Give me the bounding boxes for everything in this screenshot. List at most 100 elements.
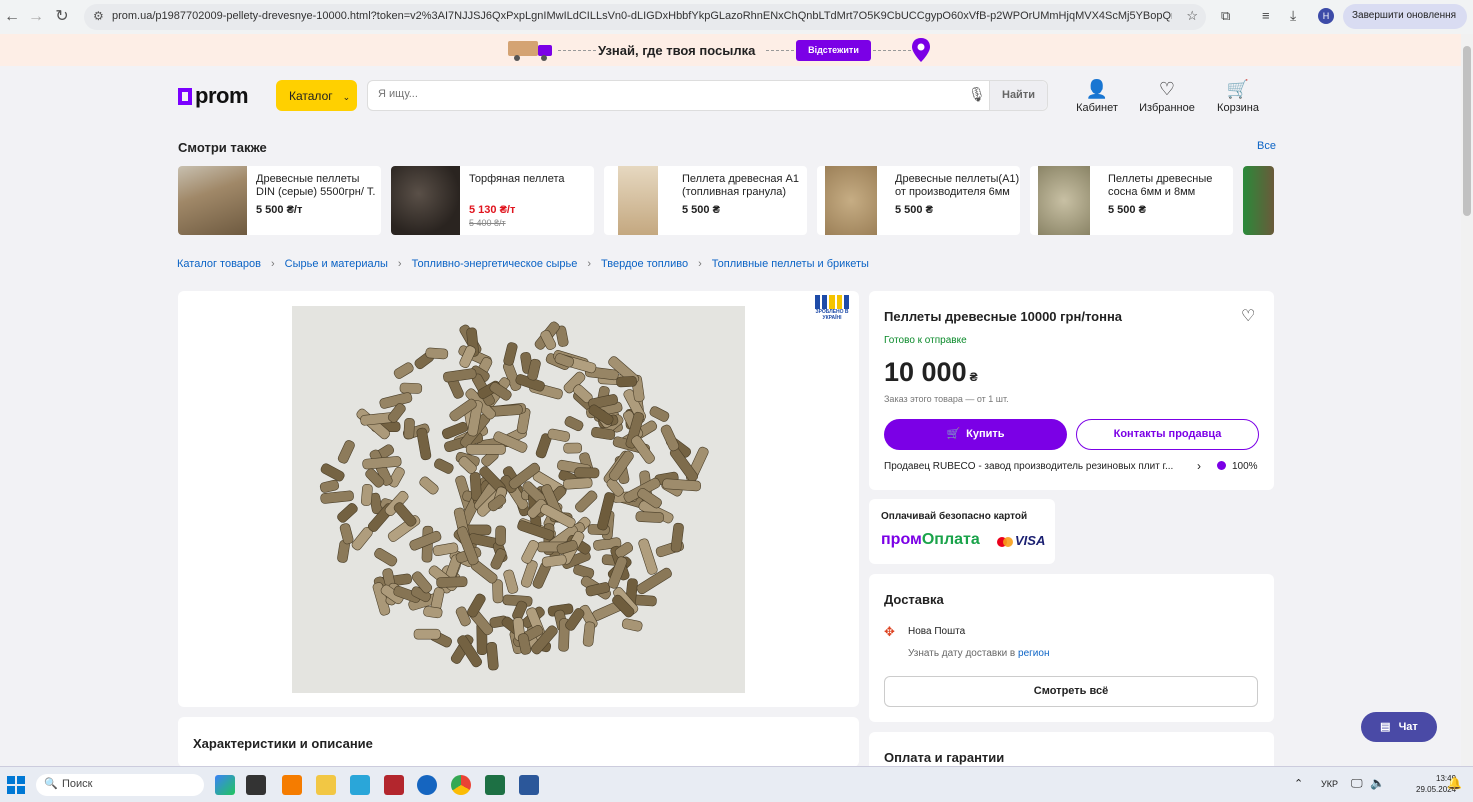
prom-logo[interactable]: prom: [178, 83, 249, 109]
excel-app-icon[interactable]: [485, 775, 505, 795]
site-info-icon[interactable]: ⚙: [93, 9, 104, 23]
see-also-all-link[interactable]: Все: [1257, 140, 1276, 152]
cart-link[interactable]: 🛒 Корзина: [1214, 80, 1262, 114]
download-icon[interactable]: ⤓: [1290, 7, 1296, 24]
media-icon[interactable]: ≡: [1262, 8, 1270, 23]
recommended-card[interactable]: Торфяная пеллета 5 130 ₴/т 5 400 ₴/т: [391, 166, 594, 235]
recommended-card[interactable]: Пеллеты древесные сосна 6мм и 8мм 5 500 …: [1030, 166, 1233, 235]
windows-start-icon[interactable]: [7, 776, 25, 794]
guarantees-title: Оплата и гарантии: [884, 750, 1005, 765]
track-button[interactable]: Відстежити: [796, 40, 871, 61]
url-text[interactable]: prom.ua/p1987702009-pellety-drevesnye-10…: [112, 10, 1172, 22]
brand-pay: Оплата: [921, 531, 980, 548]
notepad-app-icon[interactable]: [350, 775, 370, 795]
chevron-right-icon: ›: [397, 258, 402, 270]
breadcrumb-item[interactable]: Твердое топливо: [601, 258, 688, 270]
update-browser-button[interactable]: Завершити оновлення: [1343, 4, 1467, 29]
breadcrumb-item[interactable]: Сырье и материалы: [285, 258, 388, 270]
forward-icon[interactable]: →: [26, 7, 46, 27]
card-price: 5 130 ₴/т: [469, 204, 516, 216]
word-app-icon[interactable]: [519, 775, 539, 795]
network-icon[interactable]: 🖵: [1351, 776, 1363, 791]
breadcrumb-item[interactable]: Топливно-энергетическое сырье: [412, 258, 578, 270]
region-link[interactable]: регион: [1018, 648, 1049, 659]
search-button[interactable]: Найти: [989, 81, 1047, 110]
chat-button[interactable]: ▤ Чат: [1361, 712, 1437, 742]
scrollbar-thumb[interactable]: [1463, 46, 1471, 216]
profile-avatar[interactable]: Н: [1318, 8, 1334, 24]
chevron-up-icon[interactable]: ⌃: [1294, 777, 1303, 790]
tracking-promo-banner[interactable]: Узнай, где твоя посылка Відстежити: [0, 34, 1461, 66]
chevron-right-icon[interactable]: ›: [1197, 459, 1201, 473]
recommended-card[interactable]: Древесные пеллеты(А1) от производителя 6…: [817, 166, 1020, 235]
chevron-down-icon: ⌄: [342, 92, 351, 102]
description-title: Характеристики и описание: [193, 736, 373, 751]
chat-label: Чат: [1398, 721, 1418, 733]
seller-rating: 100%: [1232, 461, 1258, 472]
visa-logo: VISA: [1015, 533, 1046, 548]
windows-taskbar: 🔍 Поиск ⌃ УКР 🖵 🔈 13:49 29.05.2024 🔔: [0, 766, 1473, 802]
seller-link[interactable]: Продавец RUBECO - завод производитель ре…: [884, 461, 1194, 472]
reload-icon[interactable]: ↻: [52, 7, 72, 27]
recommended-card[interactable]: Древесные пеллеты DIN (серые) 5500грн/ Т…: [178, 166, 381, 235]
volume-icon[interactable]: 🔈: [1370, 776, 1385, 790]
dash-line: [766, 50, 794, 51]
address-bar[interactable]: ⚙ prom.ua/p1987702009-pellety-drevesnye-…: [84, 4, 1206, 30]
favorites-link[interactable]: ♡ Избранное: [1137, 80, 1197, 114]
logo-mark: [178, 88, 192, 105]
chat-icon: ▤: [1380, 721, 1391, 733]
delivery-panel: Доставка ✥ Нова Пошта Узнать дату достав…: [869, 574, 1274, 722]
thunderbird-app-icon[interactable]: [417, 775, 437, 795]
file-explorer-icon[interactable]: [316, 775, 336, 795]
catalog-label: Каталог: [289, 89, 333, 103]
breadcrumb-item[interactable]: Каталог товаров: [177, 258, 261, 270]
cart-icon: 🛒: [1226, 79, 1250, 99]
card-name: Пеллеты древесные сосна 6мм и 8мм: [1108, 173, 1213, 198]
cart-icon: 🛒: [946, 428, 961, 440]
delivery-title: Доставка: [884, 592, 944, 607]
card-name: Древесные пеллеты(А1) от производителя 6…: [895, 173, 1020, 198]
media-app-icon[interactable]: [384, 775, 404, 795]
truck-icon: [508, 41, 552, 61]
extensions-icon[interactable]: ⧉: [1221, 8, 1230, 24]
product-thumbnail: [618, 166, 658, 235]
chevron-right-icon: ›: [698, 258, 702, 270]
microphone-icon[interactable]: 🎙: [968, 86, 986, 103]
product-image-panel: ЗРОБЛЕНО В УКРАЇНІ: [178, 291, 859, 707]
chrome-app-icon[interactable]: [451, 775, 471, 795]
buy-label: Купить: [966, 428, 1005, 440]
favorite-heart-icon[interactable]: ♡: [1241, 306, 1255, 326]
buy-button[interactable]: 🛒 Купить: [884, 419, 1067, 450]
copilot-app-icon[interactable]: [215, 775, 235, 795]
carrier-name: Нова Пошта: [908, 626, 966, 637]
back-icon[interactable]: ←: [2, 7, 22, 27]
see-all-delivery-button[interactable]: Смотреть всё: [884, 676, 1258, 707]
product-photo[interactable]: [292, 306, 745, 693]
firefox-app-icon[interactable]: [282, 775, 302, 795]
delivery-date-label: Узнать дату доставки в: [908, 648, 1016, 659]
recommended-card[interactable]: Пеллета древесная А1 (топливная гранула)…: [604, 166, 807, 235]
badge-stripes: [815, 295, 850, 309]
availability-status: Готово к отправке: [884, 335, 967, 346]
bookmark-star-icon[interactable]: ☆: [1186, 8, 1198, 24]
seller-contacts-button[interactable]: Контакты продавца: [1076, 419, 1259, 450]
see-also-title: Смотри также: [178, 140, 267, 155]
taskbar-search[interactable]: 🔍 Поиск: [36, 774, 204, 796]
page-scrollbar[interactable]: [1461, 34, 1473, 766]
breadcrumb: Каталог товаров › Сырье и материалы › Топлив…: [177, 258, 869, 270]
task-view-icon[interactable]: [246, 775, 266, 795]
card-name: Торфяная пеллета: [469, 173, 565, 185]
catalog-button[interactable]: Каталог ⌄: [276, 80, 357, 111]
product-thumbnail: [1243, 166, 1274, 235]
made-in-ukraine-badge: ЗРОБЛЕНО В УКРАЇНІ: [815, 295, 850, 321]
breadcrumb-item[interactable]: Топливные пеллеты и брикеты: [712, 258, 869, 270]
search-input[interactable]: [378, 88, 958, 100]
location-pin-icon: [912, 38, 930, 62]
recommended-card[interactable]: [1243, 166, 1274, 235]
dash-line: [558, 50, 596, 51]
language-indicator[interactable]: УКР: [1321, 779, 1338, 789]
prom-pay-logo: промОплата: [881, 531, 980, 549]
mastercard-icon: [997, 537, 1013, 547]
notification-bell-icon[interactable]: 🔔: [1447, 776, 1462, 790]
cabinet-link[interactable]: 👤 Кабинет: [1074, 80, 1120, 114]
